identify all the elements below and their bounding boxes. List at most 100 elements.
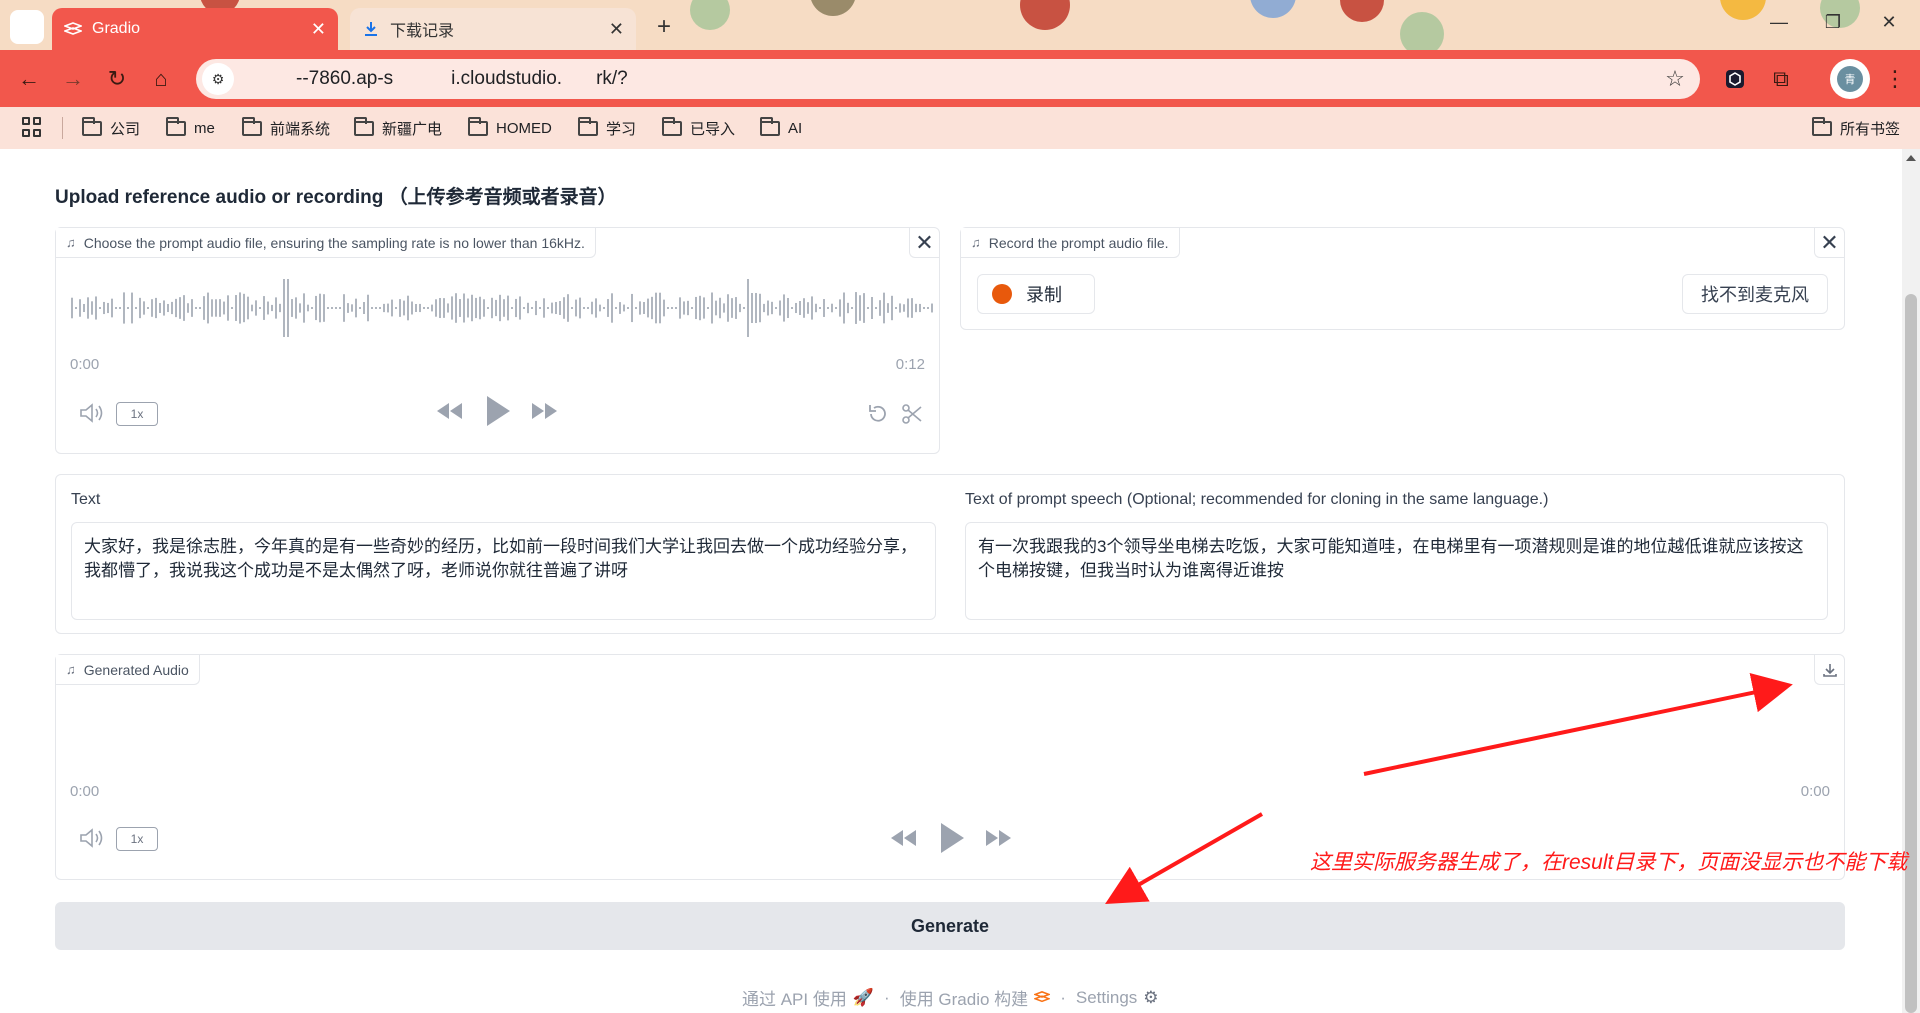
wallpaper-dot [1250, 0, 1296, 18]
playback-speed-button[interactable]: 1x [116, 402, 158, 426]
generated-time-end: 0:00 [1800, 783, 1830, 800]
generated-time-start: 0:00 [70, 783, 100, 800]
tab-close-icon[interactable]: ✕ [311, 20, 326, 38]
bookmark-folder[interactable]: me [166, 116, 215, 140]
record-button[interactable]: 录制 [977, 274, 1095, 314]
bookmark-folder[interactable]: 前端系统 [242, 116, 330, 140]
record-dot-icon [992, 284, 1012, 304]
audio-waveform[interactable] [70, 273, 940, 343]
play-icon[interactable] [484, 394, 512, 434]
prompt-text-input[interactable]: 有一次我跟我的3个领导坐电梯去吃饭，大家可能知道哇，在电梯里有一项潜规则是谁的地… [965, 522, 1828, 620]
bookmark-folder[interactable]: 已导入 [662, 116, 735, 140]
time-end: 0:12 [895, 356, 925, 373]
bookmark-folder[interactable]: 新疆广电 [354, 116, 442, 140]
rewind-icon[interactable] [888, 827, 918, 855]
bookmark-label: 学习 [606, 120, 637, 138]
forward-icon[interactable]: → [58, 64, 88, 94]
all-bookmarks[interactable]: 所有书签 [1812, 116, 1900, 140]
volume-icon[interactable] [78, 827, 104, 855]
url-text[interactable]: --7860.ap-s i.cloudstudio. rk/? [248, 68, 1660, 90]
restore-icon[interactable]: ❐ [1818, 12, 1848, 38]
wallpaper-dot [1340, 0, 1384, 22]
record-audio-block: ♫ Record the prompt audio file. ✕ 录制 找不到… [960, 227, 1845, 330]
bookmark-label: HOMED [496, 119, 552, 137]
address-bar[interactable]: ⚙ --7860.ap-s i.cloudstudio. rk/? ☆ [196, 59, 1700, 99]
rewind-icon[interactable] [434, 400, 464, 428]
app-icon[interactable] [10, 10, 44, 44]
rocket-icon: 🚀 [852, 987, 875, 1007]
tab-gradio[interactable]: Gradio ✕ [52, 8, 338, 50]
back-icon[interactable]: ← [14, 64, 44, 94]
browser-tab-bar: Gradio ✕ 下载记录 ✕ + — ❐ ✕ [0, 0, 1920, 50]
wallpaper-dot [1400, 12, 1444, 50]
scrollbar-thumb[interactable] [1905, 294, 1917, 1013]
bookmark-label: me [194, 119, 215, 137]
home-icon[interactable]: ⌂ [146, 64, 176, 94]
prompt-text-field-label: Text of prompt speech (Optional; recomme… [965, 491, 1549, 508]
bookmark-label: AI [788, 119, 803, 137]
playback-speed-button[interactable]: 1x [116, 827, 158, 851]
play-icon[interactable] [938, 821, 966, 861]
avatar-initial: 青 [1837, 66, 1863, 92]
fast-forward-icon[interactable] [530, 400, 560, 428]
microphone-select-button[interactable]: 找不到麦克风 [1682, 274, 1828, 314]
music-note-icon: ♫ [971, 235, 981, 250]
record-button-label: 录制 [1026, 285, 1062, 305]
gear-icon[interactable]: ⚙ [1143, 988, 1158, 1008]
site-info-icon[interactable]: ⚙ [202, 63, 234, 95]
undo-icon[interactable] [866, 402, 890, 432]
footer: 通过 API 使用 🚀 · 使用 Gradio 构建 · Settings ⚙ [742, 985, 1159, 1010]
text-input[interactable]: 大家好，我是徐志胜，今年真的是有一些奇妙的经历，比如前一段时间我们大学让我回去做… [71, 522, 936, 620]
prompt-audio-label-text: Choose the prompt audio file, ensuring t… [83, 234, 585, 251]
bookmarks-separator [62, 117, 63, 139]
tab-downloads[interactable]: 下载记录 ✕ [350, 8, 636, 50]
clear-audio-button[interactable]: ✕ [909, 228, 939, 258]
folder-icon [166, 116, 186, 136]
wallpaper-dot [810, 0, 856, 16]
built-with-gradio-link[interactable]: 使用 Gradio 构建 [900, 985, 1028, 1010]
bookmark-label: 所有书签 [1840, 120, 1901, 138]
trim-scissors-icon[interactable] [900, 402, 924, 432]
minimize-icon[interactable]: — [1764, 12, 1794, 38]
folder-icon [82, 116, 102, 136]
bookmark-folder[interactable]: HOMED [468, 116, 552, 140]
extension-shield-icon[interactable] [1720, 64, 1750, 94]
use-via-api-link[interactable]: 通过 API 使用 [742, 985, 847, 1010]
settings-link[interactable]: Settings [1076, 988, 1137, 1008]
footer-separator: · [1060, 987, 1066, 1007]
folder-icon [468, 116, 488, 136]
bookmark-folder[interactable]: 公司 [82, 116, 140, 140]
clear-recording-button[interactable]: ✕ [1814, 228, 1844, 258]
gradio-logo-icon [1033, 988, 1052, 1008]
wallpaper-dot [1020, 0, 1070, 30]
text-field-label: Text [71, 491, 101, 508]
reload-icon[interactable]: ↻ [102, 64, 132, 94]
bookmarks-bar: 公司 me 前端系统 新疆广电 HOMED 学习 已导入 AI 所有书签 [0, 107, 1920, 149]
bookmark-star-icon[interactable]: ☆ [1660, 66, 1690, 92]
tab-close-icon[interactable]: ✕ [609, 20, 624, 38]
profile-avatar[interactable]: 青 [1830, 59, 1870, 99]
folder-icon [578, 116, 598, 136]
url-fragment: i.cloudstudio. [451, 68, 563, 89]
volume-icon[interactable] [78, 402, 104, 430]
gradio-logo-icon [64, 20, 82, 38]
extensions-puzzle-icon[interactable]: ⧉ [1766, 64, 1796, 94]
fast-forward-icon[interactable] [984, 827, 1014, 855]
bookmark-folder[interactable]: 学习 [578, 116, 636, 140]
menu-kebab-icon[interactable]: ⋮ [1880, 64, 1910, 94]
red-annotation-note: 这里实际服务器生成了，在result目录下，页面没显示也不能下载 [1310, 851, 1908, 874]
apps-grid-icon[interactable] [22, 117, 42, 137]
page-scrollbar[interactable] [1902, 149, 1920, 1013]
bookmark-folder[interactable]: AI [760, 116, 802, 140]
bookmark-label: 已导入 [690, 120, 736, 138]
footer-separator: · [884, 987, 890, 1007]
close-window-icon[interactable]: ✕ [1874, 12, 1904, 38]
url-fragment: --7860.ap-s [296, 68, 394, 89]
folder-icon [1812, 116, 1832, 136]
scroll-up-icon[interactable] [1906, 155, 1916, 161]
new-tab-icon[interactable]: + [650, 14, 678, 42]
download-audio-icon[interactable] [1814, 655, 1844, 685]
record-audio-label: ♫ Record the prompt audio file. [961, 228, 1180, 258]
folder-icon [354, 116, 374, 136]
generate-button[interactable]: Generate [55, 902, 1845, 950]
